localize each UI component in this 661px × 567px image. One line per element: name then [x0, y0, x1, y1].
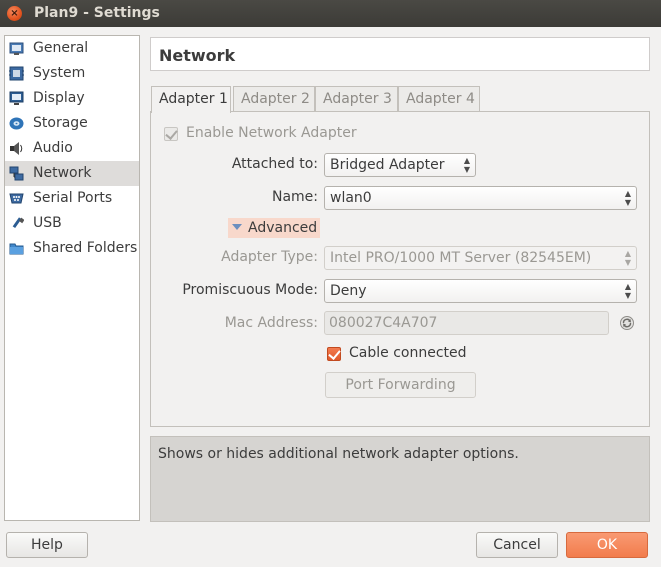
display-icon [9, 91, 24, 105]
tab-adapter-3[interactable]: Adapter 3 [315, 86, 398, 112]
attached-to-select[interactable]: Bridged Adapter ▲ ▼ [324, 153, 476, 177]
name-label: Name: [271, 189, 318, 205]
adapter-type-value: Intel PRO/1000 MT Server (82545EM) [330, 250, 592, 266]
mac-address-value: 080027C4A707 [329, 315, 438, 331]
promiscuous-mode-value: Deny [330, 283, 367, 299]
sidebar-item-label: Storage [33, 115, 88, 131]
network-icon [9, 166, 24, 181]
info-text: Shows or hides additional network adapte… [158, 446, 519, 462]
page-header: Network [150, 37, 650, 71]
port-forwarding-button[interactable]: Port Forwarding [325, 372, 476, 398]
usb-icon [12, 217, 24, 229]
serial-ports-icon [9, 193, 24, 204]
attached-to-value: Bridged Adapter [330, 157, 445, 173]
ok-button[interactable]: OK [566, 532, 648, 558]
promiscuous-mode-label: Promiscuous Mode: [182, 282, 318, 298]
sidebar-item-label: Shared Folders [33, 240, 138, 256]
audio-icon [10, 142, 23, 155]
mac-address-field[interactable]: 080027C4A707 [324, 311, 609, 335]
attached-to-label: Attached to: [231, 156, 318, 172]
shared-folders-icon [9, 243, 24, 255]
enable-adapter-checkbox[interactable] [164, 127, 178, 141]
sidebar-item-system[interactable]: System [5, 61, 139, 86]
cable-connected-label: Cable connected [349, 345, 467, 361]
cancel-button[interactable]: Cancel [476, 532, 558, 558]
spin-arrows-icon: ▲ ▼ [463, 156, 470, 174]
adapter-type-select[interactable]: Intel PRO/1000 MT Server (82545EM) ▲ ▼ [324, 246, 637, 270]
sidebar-item-storage[interactable]: Storage [5, 111, 139, 136]
window-title: Plan9 - Settings [34, 5, 160, 21]
sidebar-item-shared-folders[interactable]: Shared Folders [5, 236, 139, 261]
info-panel: Shows or hides additional network adapte… [150, 436, 650, 522]
sidebar-item-serial-ports[interactable]: Serial Ports [5, 186, 139, 211]
name-select[interactable]: wlan0 ▲ ▼ [324, 186, 637, 210]
storage-icon [9, 117, 24, 130]
settings-sidebar: General System Display Storage Audio Net… [4, 35, 140, 521]
sidebar-item-label: General [33, 40, 89, 56]
spin-arrows-icon: ▲ ▼ [624, 282, 631, 300]
sidebar-item-usb[interactable]: USB [5, 211, 139, 236]
sidebar-item-label: USB [33, 215, 62, 231]
page-title: Network [159, 46, 236, 65]
tab-adapter-1[interactable]: Adapter 1 [151, 86, 231, 113]
promiscuous-mode-select[interactable]: Deny ▲ ▼ [324, 279, 637, 303]
enable-adapter-label: Enable Network Adapter [186, 125, 357, 141]
mac-address-label: Mac Address: [224, 315, 318, 331]
advanced-expander[interactable]: Advanced [228, 218, 320, 238]
expander-triangle-icon [232, 224, 242, 230]
tab-adapter-4[interactable]: Adapter 4 [398, 86, 480, 112]
sidebar-item-display[interactable]: Display [5, 86, 139, 111]
general-icon [9, 42, 24, 55]
sidebar-item-network[interactable]: Network [5, 161, 139, 186]
sidebar-item-label: Display [33, 90, 85, 106]
help-button[interactable]: Help [6, 532, 88, 558]
sidebar-item-label: Audio [33, 140, 73, 156]
sidebar-item-audio[interactable]: Audio [5, 136, 139, 161]
refresh-mac-icon[interactable] [619, 315, 635, 331]
system-icon [9, 66, 24, 81]
tab-adapter-2[interactable]: Adapter 2 [233, 86, 315, 112]
spin-arrows-icon: ▲ ▼ [624, 189, 631, 207]
spin-arrows-icon: ▲ ▼ [624, 249, 631, 267]
advanced-label: Advanced [248, 220, 318, 236]
sidebar-item-label: System [33, 65, 86, 81]
close-window-button[interactable]: × [7, 6, 22, 21]
adapter-type-label: Adapter Type: [221, 249, 318, 265]
sidebar-item-label: Serial Ports [33, 190, 113, 206]
title-bar: × Plan9 - Settings [0, 0, 661, 27]
sidebar-item-label: Network [33, 165, 92, 181]
name-value: wlan0 [330, 190, 372, 206]
sidebar-item-general[interactable]: General [5, 36, 139, 61]
cable-connected-checkbox[interactable] [327, 347, 341, 361]
